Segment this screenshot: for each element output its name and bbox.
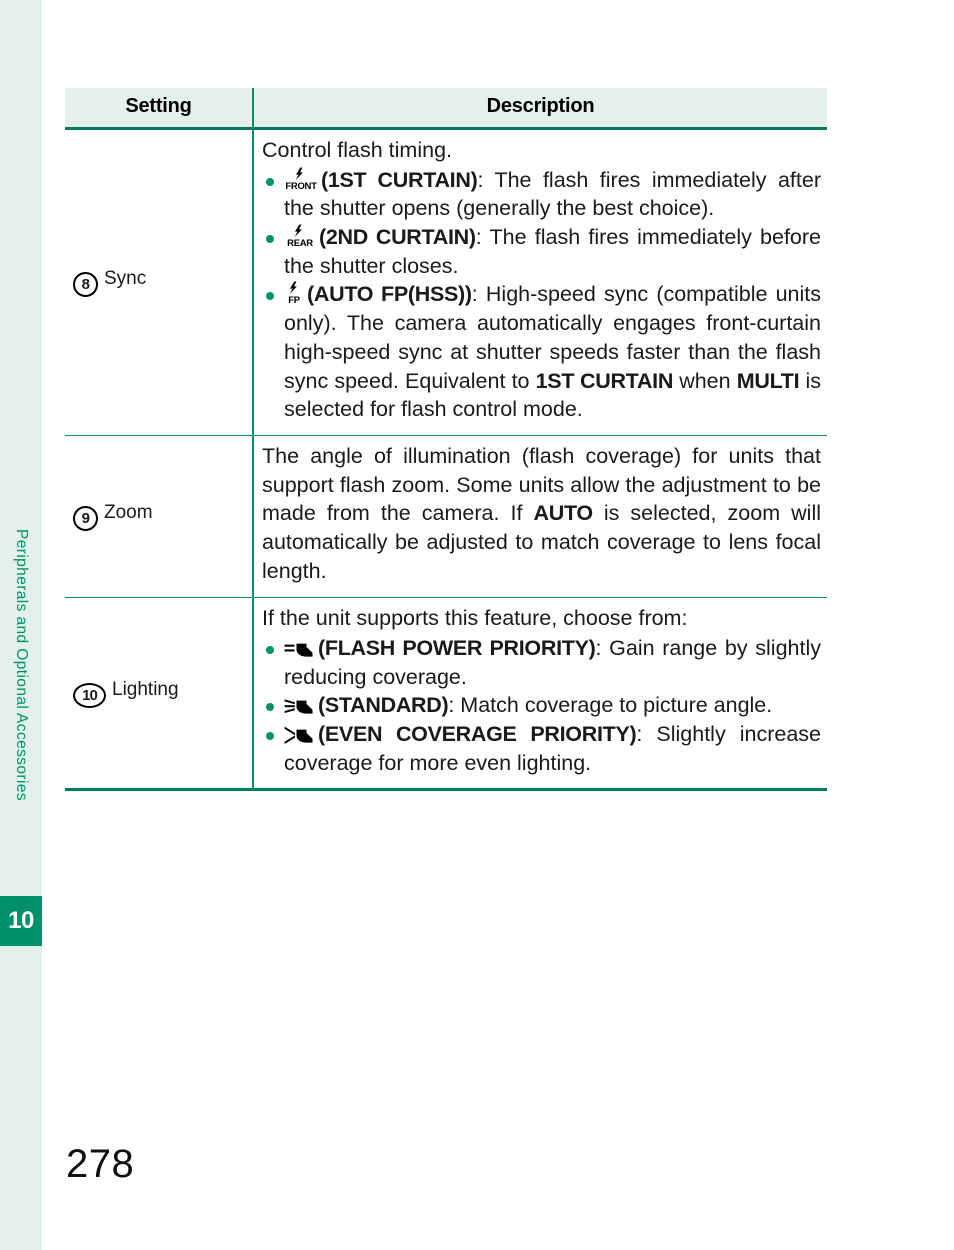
setting-label: Sync bbox=[104, 267, 147, 289]
circled-number-icon: 9 bbox=[73, 506, 98, 532]
flash-fp-icon: FP bbox=[284, 281, 304, 304]
lighting-bullet-list: (FLASH POWER PRIORITY): Gain range by sl… bbox=[262, 634, 821, 777]
settings-table: Setting Description 8 Sync Control flash … bbox=[65, 88, 827, 792]
beam-narrow-icon bbox=[284, 639, 314, 658]
table-row: 8 Sync Control flash timing. FRONT (1ST C… bbox=[65, 128, 827, 436]
option-term: (FLASH POWER PRIORITY) bbox=[318, 636, 596, 660]
description-cell-sync: Control flash timing. FRONT (1ST CURTAIN… bbox=[252, 128, 827, 436]
table-head: Setting Description bbox=[65, 88, 827, 130]
setting-label: Zoom bbox=[104, 502, 153, 524]
setting-cell-zoom: 9 Zoom bbox=[65, 435, 253, 599]
circled-number-icon: 8 bbox=[73, 271, 98, 297]
svg-text:REAR: REAR bbox=[287, 238, 313, 247]
flash-front-icon: FRONT bbox=[284, 167, 318, 190]
chapter-side-tab: Peripherals and Optional Accessories 10 bbox=[0, 0, 42, 1250]
option-term: (STANDARD) bbox=[318, 693, 449, 718]
list-item: FRONT (1ST CURTAIN): The flash fires imm… bbox=[262, 166, 821, 223]
option-emphasis-multi: MULTI bbox=[736, 368, 800, 393]
beam-wide-icon bbox=[284, 725, 314, 745]
chapter-number-badge: 10 bbox=[0, 896, 42, 946]
list-item: FP (AUTO FP(HSS)): High-speed sync (comp… bbox=[262, 280, 821, 423]
setting-cell-sync: 8 Sync bbox=[65, 128, 253, 436]
zoom-emphasis-auto: AUTO bbox=[533, 501, 594, 526]
setting-label: Lighting bbox=[112, 678, 179, 700]
option-term: (1ST CURTAIN) bbox=[321, 167, 478, 192]
table-row: 10 Lighting If the unit supports this fea… bbox=[65, 597, 827, 792]
column-header-description: Description bbox=[252, 88, 827, 130]
table-row: 9 Zoom The angle of illumination (flash c… bbox=[65, 435, 827, 599]
table-header-row: Setting Description bbox=[65, 88, 827, 130]
column-header-setting: Setting bbox=[65, 88, 253, 130]
svg-text:FRONT: FRONT bbox=[285, 181, 317, 190]
option-description: : Match coverage to picture angle. bbox=[448, 693, 773, 718]
option-term: (EVEN COVERAGE PRIORITY) bbox=[318, 722, 637, 747]
sync-bullet-list: FRONT (1ST CURTAIN): The flash fires imm… bbox=[262, 166, 821, 424]
option-term: (2ND CURTAIN) bbox=[319, 225, 476, 250]
table-body: 8 Sync Control flash timing. FRONT (1ST C… bbox=[65, 128, 827, 792]
list-item: (STANDARD): Match coverage to picture an… bbox=[262, 691, 821, 720]
list-item: (EVEN COVERAGE PRIORITY): Slightly incre… bbox=[262, 720, 821, 777]
beam-standard-icon bbox=[284, 696, 314, 715]
flash-rear-icon: REAR bbox=[284, 224, 316, 247]
circled-number-icon: 10 bbox=[73, 682, 106, 708]
option-term: (AUTO FP(HSS)) bbox=[307, 282, 472, 307]
option-emphasis-first-curtain: 1ST CURTAIN bbox=[535, 368, 674, 393]
zoom-description: The angle of illumination (flash coverag… bbox=[262, 442, 821, 585]
svg-text:FP: FP bbox=[288, 295, 301, 304]
description-cell-lighting: If the unit supports this feature, choos… bbox=[252, 597, 827, 792]
list-item: (FLASH POWER PRIORITY): Gain range by sl… bbox=[262, 634, 821, 691]
description-cell-zoom: The angle of illumination (flash coverag… bbox=[252, 435, 827, 599]
option-description-part2: when bbox=[673, 368, 737, 393]
page-number: 278 bbox=[66, 1142, 135, 1186]
list-item: REAR (2ND CURTAIN): The flash fires imme… bbox=[262, 223, 821, 280]
settings-table-container: Setting Description 8 Sync Control flash … bbox=[65, 88, 827, 792]
setting-cell-lighting: 10 Lighting bbox=[65, 597, 253, 792]
sync-lead-text: Control flash timing. bbox=[262, 138, 452, 162]
chapter-title-vertical: Peripherals and Optional Accessories bbox=[13, 528, 30, 801]
lighting-lead-text: If the unit supports this feature, choos… bbox=[262, 606, 688, 631]
